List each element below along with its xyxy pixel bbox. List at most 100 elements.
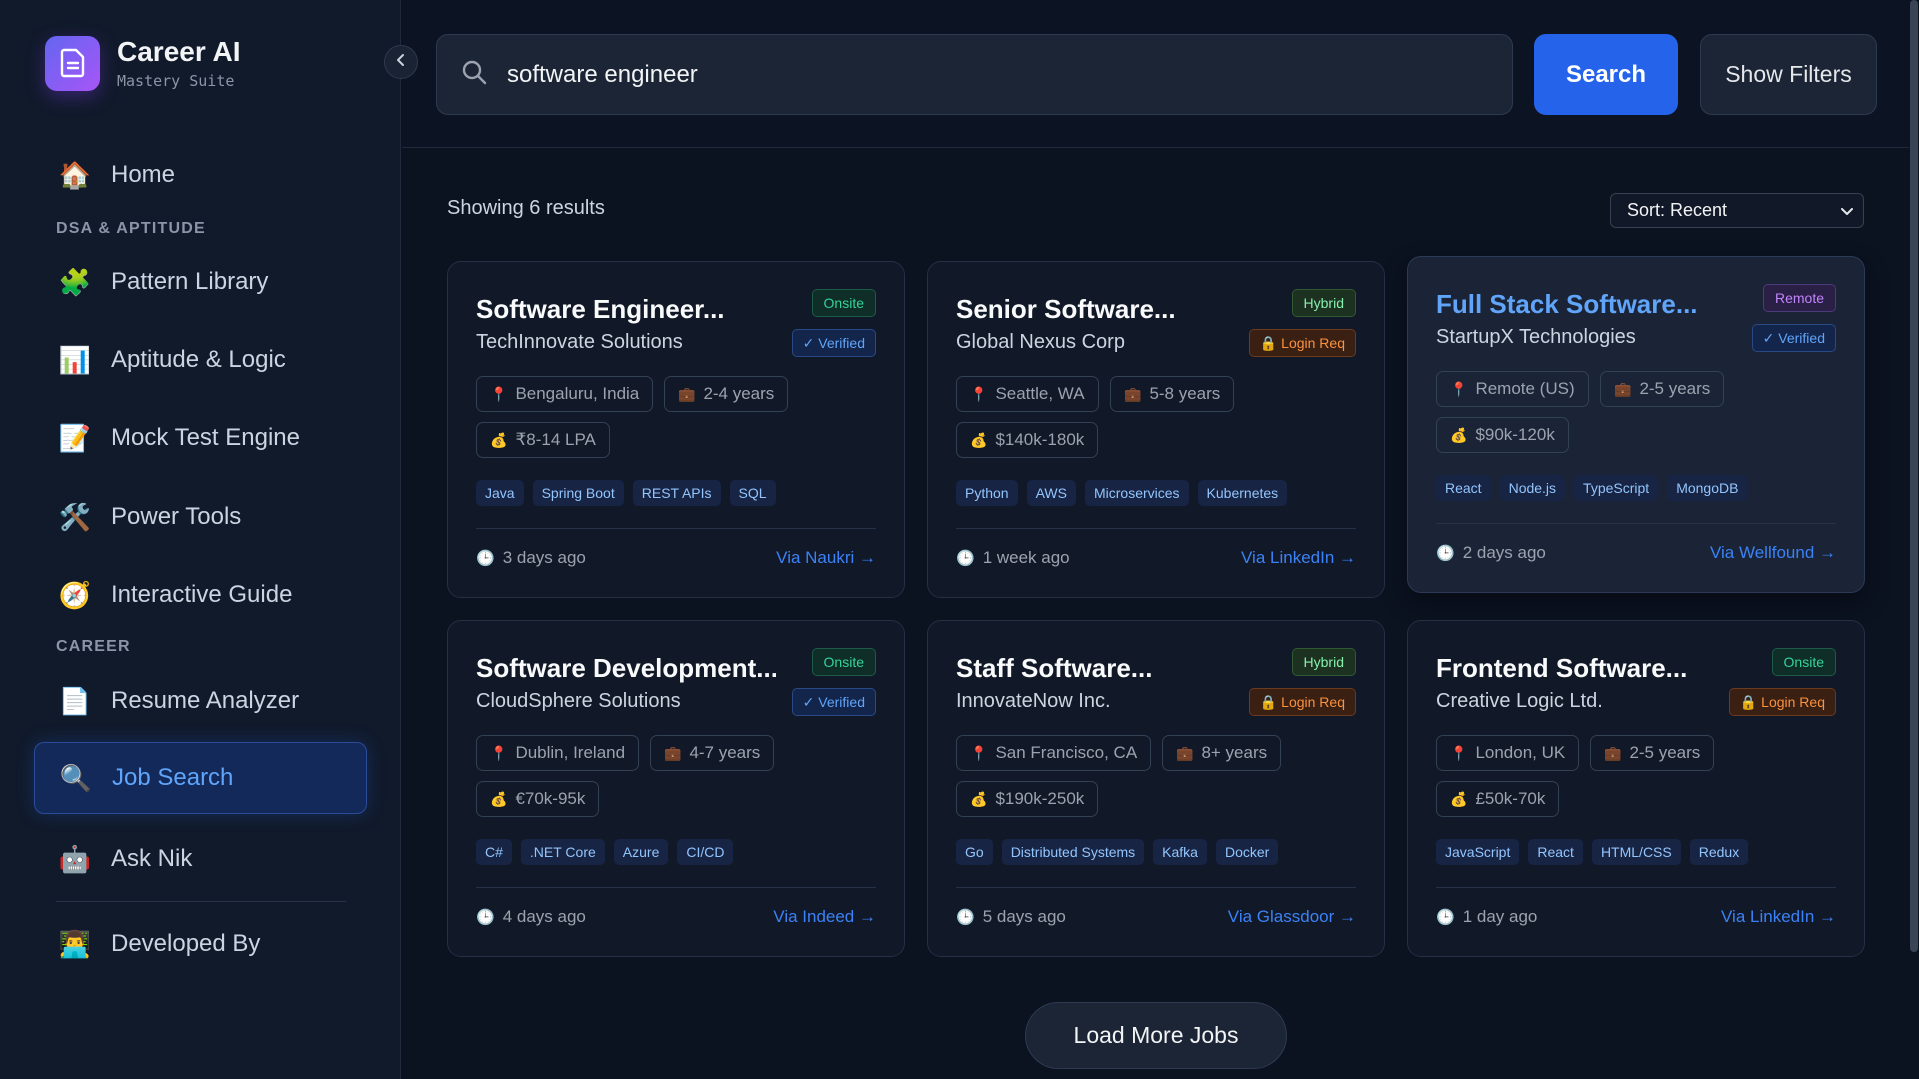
posted-text: 5 days ago [982,907,1066,926]
posted-time: 🕒 3 days ago [476,548,586,568]
salary-chip: 💰 €70k-95k [476,781,600,817]
nav-divider [56,901,346,902]
posted-time: 🕒 4 days ago [476,907,586,927]
brand-title: Career AI [117,36,241,67]
location-text: Seattle, WA [995,384,1085,403]
brand[interactable]: Career AI Mastery Suite [45,35,240,91]
briefcase-icon: 💼 [1124,385,1142,402]
work-type-badge: Onsite [811,648,876,676]
search-button[interactable]: Search [1534,34,1678,115]
salary-chip: 💰 £50k-70k [1436,781,1560,817]
clock-icon: 🕒 [1436,909,1455,926]
posted-time: 🕒 1 day ago [1436,907,1537,927]
skill-tag: Distributed Systems [1001,839,1145,865]
search-input[interactable] [507,60,1467,89]
sidebar-item-label: Home [111,161,176,188]
work-type-badge: Hybrid [1291,289,1356,317]
clock-icon: 🕒 [1436,545,1455,562]
source-link[interactable]: Via Glassdoor → [1228,907,1356,927]
skill-tag: CI/CD [677,839,734,865]
job-title[interactable]: Software Engineer... [476,294,776,325]
experience-chip: 💼 2-5 years [1590,735,1715,771]
chevron-left-icon [395,53,407,72]
source-link[interactable]: Via LinkedIn → [1241,548,1356,568]
skill-tag: Azure [613,839,669,865]
job-card[interactable]: Software Engineer... TechInnovate Solutio… [447,261,905,598]
skill-tag: Node.js [1499,475,1566,501]
job-title[interactable]: Software Development... [476,653,776,684]
posted-text: 1 week ago [982,548,1070,567]
experience-text: 5-8 years [1149,384,1221,403]
skill-tag: C# [476,839,512,865]
source-link[interactable]: Via Naukri → [776,548,876,568]
sidebar-item-ask-nik[interactable]: 🤖 Ask Nik [34,823,367,895]
developer-icon: 👨‍💻 [58,928,92,959]
search-box[interactable] [436,34,1513,115]
location-text: London, UK [1475,743,1566,762]
show-filters-button[interactable]: Show Filters [1700,34,1877,115]
skill-tags: Java Spring Boot REST APIs SQL [476,480,776,506]
clock-icon: 🕒 [476,550,495,567]
location-text: San Francisco, CA [995,743,1138,762]
job-card[interactable]: Senior Software... Global Nexus Corp Hybri… [927,261,1385,598]
pin-icon: 📍 [970,744,988,761]
job-card[interactable]: Frontend Software... Creative Logic Ltd. O… [1407,620,1865,957]
job-title[interactable]: Frontend Software... [1436,653,1736,684]
location-chip: 📍 Dublin, Ireland [476,735,640,771]
money-bag-icon: 💰 [490,790,508,807]
source-link[interactable]: Via LinkedIn → [1721,907,1836,927]
company-name: CloudSphere Solutions [476,690,681,712]
brand-subtitle: Mastery Suite [117,72,235,90]
clock-icon: 🕒 [956,550,975,567]
sidebar-item-mock-test[interactable]: 📝 Mock Test Engine [34,402,367,474]
search-icon [461,59,487,90]
sidebar-item-resume-analyzer[interactable]: 📄 Resume Analyzer [34,665,367,737]
sidebar-item-pattern-library[interactable]: 🧩 Pattern Library [34,246,367,318]
sidebar-item-label: Job Search [112,764,234,791]
posted-time: 🕒 1 week ago [956,548,1070,568]
sidebar-item-interactive-guide[interactable]: 🧭 Interactive Guide [34,559,367,631]
source-link[interactable]: Via Wellfound → [1710,543,1836,563]
job-title[interactable]: Full Stack Software... [1436,289,1736,320]
document-icon [45,35,100,91]
sidebar-item-home[interactable]: 🏠 Home [34,139,367,211]
posted-text: 4 days ago [502,907,586,926]
sidebar-item-label: Mock Test Engine [111,424,300,451]
sidebar-item-job-search[interactable]: 🔍 Job Search [34,742,367,814]
job-title[interactable]: Senior Software... [956,294,1256,325]
sort-select[interactable]: Sort: Recent [1610,193,1864,228]
job-card[interactable]: Software Development... CloudSphere Solut… [447,620,905,957]
sidebar-item-developed-by[interactable]: 👨‍💻 Developed By [34,908,367,980]
money-bag-icon: 💰 [1450,426,1468,443]
skill-tag: Redux [1689,839,1749,865]
experience-chip: 💼 8+ years [1162,735,1282,771]
sidebar-item-aptitude[interactable]: 📊 Aptitude & Logic [34,324,367,396]
skill-tags: Python AWS Microservices Kubernetes [956,480,1288,506]
experience-chip: 💼 2-4 years [664,376,789,412]
collapse-sidebar-button[interactable] [384,45,418,79]
nav-section-dsa: DSA & APTITUDE [56,220,206,237]
job-card[interactable]: Staff Software... InnovateNow Inc. Hybrid 🔒… [927,620,1385,957]
company-name: InnovateNow Inc. [956,690,1111,712]
job-card[interactable]: Full Stack Software... StartupX Technolog… [1407,256,1865,593]
source-link[interactable]: Via Indeed → [773,907,876,927]
location-chip: 📍 London, UK [1436,735,1580,771]
robot-icon: 🤖 [58,843,92,874]
salary-chip: 💰 $190k-250k [956,781,1099,817]
skill-tags: React Node.js TypeScript MongoDB [1436,475,1748,501]
status-badge: ✓ Verified [1751,324,1836,352]
location-chip: 📍 Bengaluru, India [476,376,654,412]
load-more-button[interactable]: Load More Jobs [1025,1002,1287,1069]
money-bag-icon: 💰 [970,431,988,448]
briefcase-icon: 💼 [1614,380,1632,397]
card-divider [476,528,876,529]
sidebar-item-power-tools[interactable]: 🛠️ Power Tools [34,481,367,553]
job-title[interactable]: Staff Software... [956,653,1256,684]
location-text: Dublin, Ireland [515,743,626,762]
sidebar-item-label: Developed By [111,930,261,957]
skill-tag: Docker [1215,839,1279,865]
scrollbar-thumb[interactable] [1910,0,1918,952]
skill-tag: SQL [729,480,776,506]
salary-text: $140k-180k [995,430,1085,449]
sidebar-item-label: Power Tools [111,503,242,530]
